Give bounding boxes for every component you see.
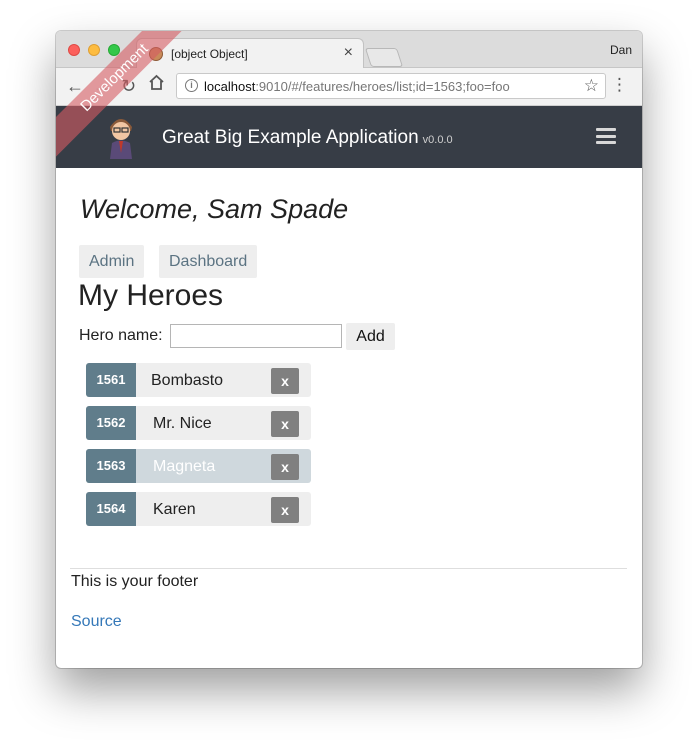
hero-name-label: Hero name:	[79, 327, 163, 344]
footer-divider	[70, 568, 627, 569]
tab-title: [object Object]	[171, 47, 248, 61]
hero-id-badge: 1562	[86, 406, 136, 440]
avatar-icon	[106, 113, 136, 159]
app-version: v0.0.0	[422, 134, 453, 146]
app-brand[interactable]: Great Big Example Application v0.0.0	[162, 127, 453, 149]
close-window-button[interactable]	[68, 44, 80, 56]
add-hero-button[interactable]: Add	[346, 323, 395, 350]
admin-link[interactable]: Admin	[79, 245, 145, 278]
hero-list-item-selected[interactable]: 1563 Magneta x	[86, 449, 311, 483]
hamburger-menu-icon[interactable]	[596, 128, 616, 144]
delete-hero-button[interactable]: x	[271, 497, 299, 523]
brand-title[interactable]: Great Big Example Application	[162, 127, 419, 148]
hero-name[interactable]: Bombasto	[151, 372, 223, 390]
address-bar[interactable]: i localhost:9010/#/features/heroes/list;…	[176, 73, 606, 99]
home-icon[interactable]	[148, 74, 165, 95]
new-tab-button[interactable]	[364, 48, 404, 67]
hero-name[interactable]: Magneta	[153, 458, 215, 476]
hero-id-badge: 1563	[86, 449, 136, 483]
hero-name-input[interactable]	[170, 324, 342, 348]
source-link[interactable]: Source	[71, 613, 122, 631]
footer-text: This is your footer	[71, 573, 199, 590]
hero-list-item[interactable]: 1562 Mr. Nice x	[86, 406, 311, 440]
minimize-window-button[interactable]	[88, 44, 100, 56]
hero-list-item[interactable]: 1561 Bombasto x	[86, 363, 311, 397]
hero-name[interactable]: Mr. Nice	[153, 415, 212, 433]
hero-id-badge: 1561	[86, 363, 136, 397]
profile-name[interactable]: Dan	[610, 43, 632, 57]
browser-window: [object Object] × Dan ← → ↻ i localhost:…	[56, 31, 642, 668]
app-navbar: Great Big Example Application v0.0.0	[56, 106, 642, 168]
info-icon[interactable]: i	[185, 79, 198, 92]
delete-hero-button[interactable]: x	[271, 368, 299, 394]
welcome-message: Welcome, Sam Spade	[80, 194, 349, 224]
page-title: My Heroes	[78, 279, 224, 312]
url-text[interactable]: localhost:9010/#/features/heroes/list;id…	[204, 79, 510, 94]
delete-hero-button[interactable]: x	[271, 411, 299, 437]
delete-hero-button[interactable]: x	[271, 454, 299, 480]
hero-list-item[interactable]: 1564 Karen x	[86, 492, 311, 526]
bookmark-star-icon[interactable]: ☆	[584, 76, 599, 96]
browser-tab[interactable]: [object Object] ×	[136, 38, 364, 69]
tab-close-icon[interactable]: ×	[344, 44, 353, 62]
browser-menu-icon[interactable]: ⋮	[611, 75, 628, 95]
dashboard-link[interactable]: Dashboard	[159, 245, 258, 278]
browser-toolbar: ← → ↻ i localhost:9010/#/features/heroes…	[56, 68, 642, 106]
hero-id-badge: 1564	[86, 492, 136, 526]
hero-name[interactable]: Karen	[153, 501, 196, 519]
